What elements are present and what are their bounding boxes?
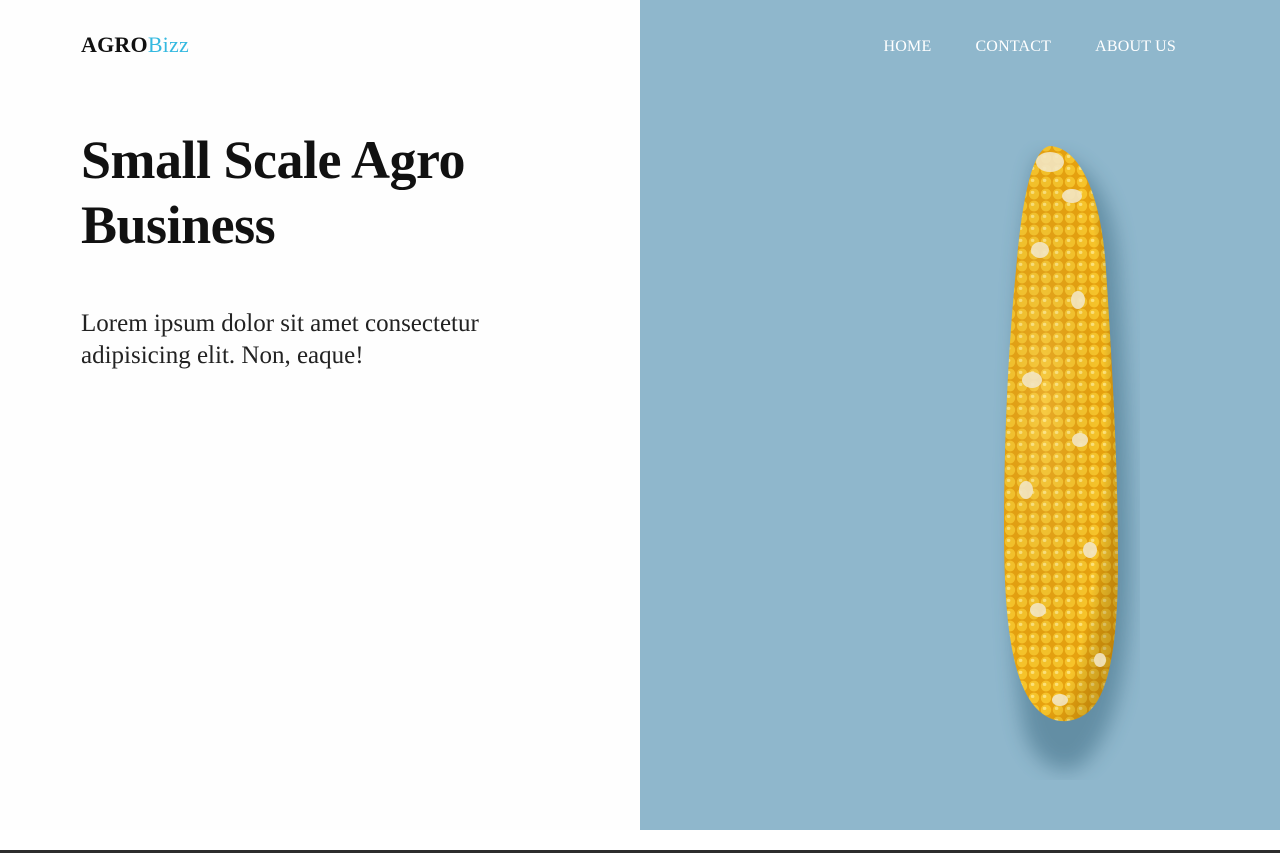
brand-logo[interactable]: AGROBizz xyxy=(81,32,189,58)
nav-contact-link[interactable]: CONTACT xyxy=(975,38,1051,56)
landing-page: AGROBizz Small Scale Agro Business Lorem… xyxy=(0,0,1280,853)
hero-text-panel: AGROBizz Small Scale Agro Business Lorem… xyxy=(0,0,640,830)
hero-image-panel: HOME CONTACT ABOUT US xyxy=(640,0,1280,830)
brand-logo-part1: AGRO xyxy=(81,32,148,57)
nav-home-link[interactable]: HOME xyxy=(884,38,932,56)
hero-subtitle: Lorem ipsum dolor sit amet consectetur a… xyxy=(81,310,479,369)
hero-title: Small Scale Agro Business xyxy=(81,130,466,255)
nav-about-link[interactable]: ABOUT US xyxy=(1095,38,1176,56)
top-navigation: HOME CONTACT ABOUT US xyxy=(884,38,1176,56)
corn-cob-icon xyxy=(980,140,1140,780)
brand-logo-part2: Bizz xyxy=(147,32,189,57)
